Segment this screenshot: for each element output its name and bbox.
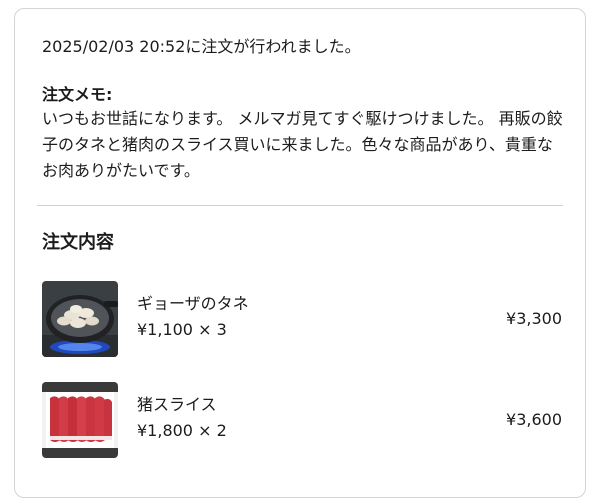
order-placed-text: 2025/02/03 20:52に注文が行われました。 [42, 37, 361, 56]
order-item: ギョーザのタネ ¥1,100 × 3 ¥3,300 [42, 281, 562, 357]
order-card: 2025/02/03 20:52に注文が行われました。 注文メモ: いつもお世話… [14, 8, 586, 498]
item-unit-price-qty: ¥1,800 × 2 [137, 421, 227, 440]
item-name: ギョーザのタネ [137, 294, 249, 313]
item-unit-price-qty: ¥1,100 × 3 [137, 320, 227, 339]
order-contents-title: 注文内容 [42, 232, 114, 253]
memo-body: いつもお世話になります。 メルマガ見てすぐ駆けつけました。 再販の餃子のタネと猪… [42, 109, 563, 180]
divider [37, 205, 563, 206]
item-name: 猪スライス [137, 395, 217, 414]
memo-heading: 注文メモ: [42, 85, 113, 104]
order-item: 猪スライス ¥1,800 × 2 ¥3,600 [42, 382, 562, 458]
item-total: ¥3,300 [506, 309, 562, 328]
gyoza-in-pan-image [42, 281, 118, 357]
sliced-boar-meat-image [42, 382, 118, 458]
item-total: ¥3,600 [506, 410, 562, 429]
